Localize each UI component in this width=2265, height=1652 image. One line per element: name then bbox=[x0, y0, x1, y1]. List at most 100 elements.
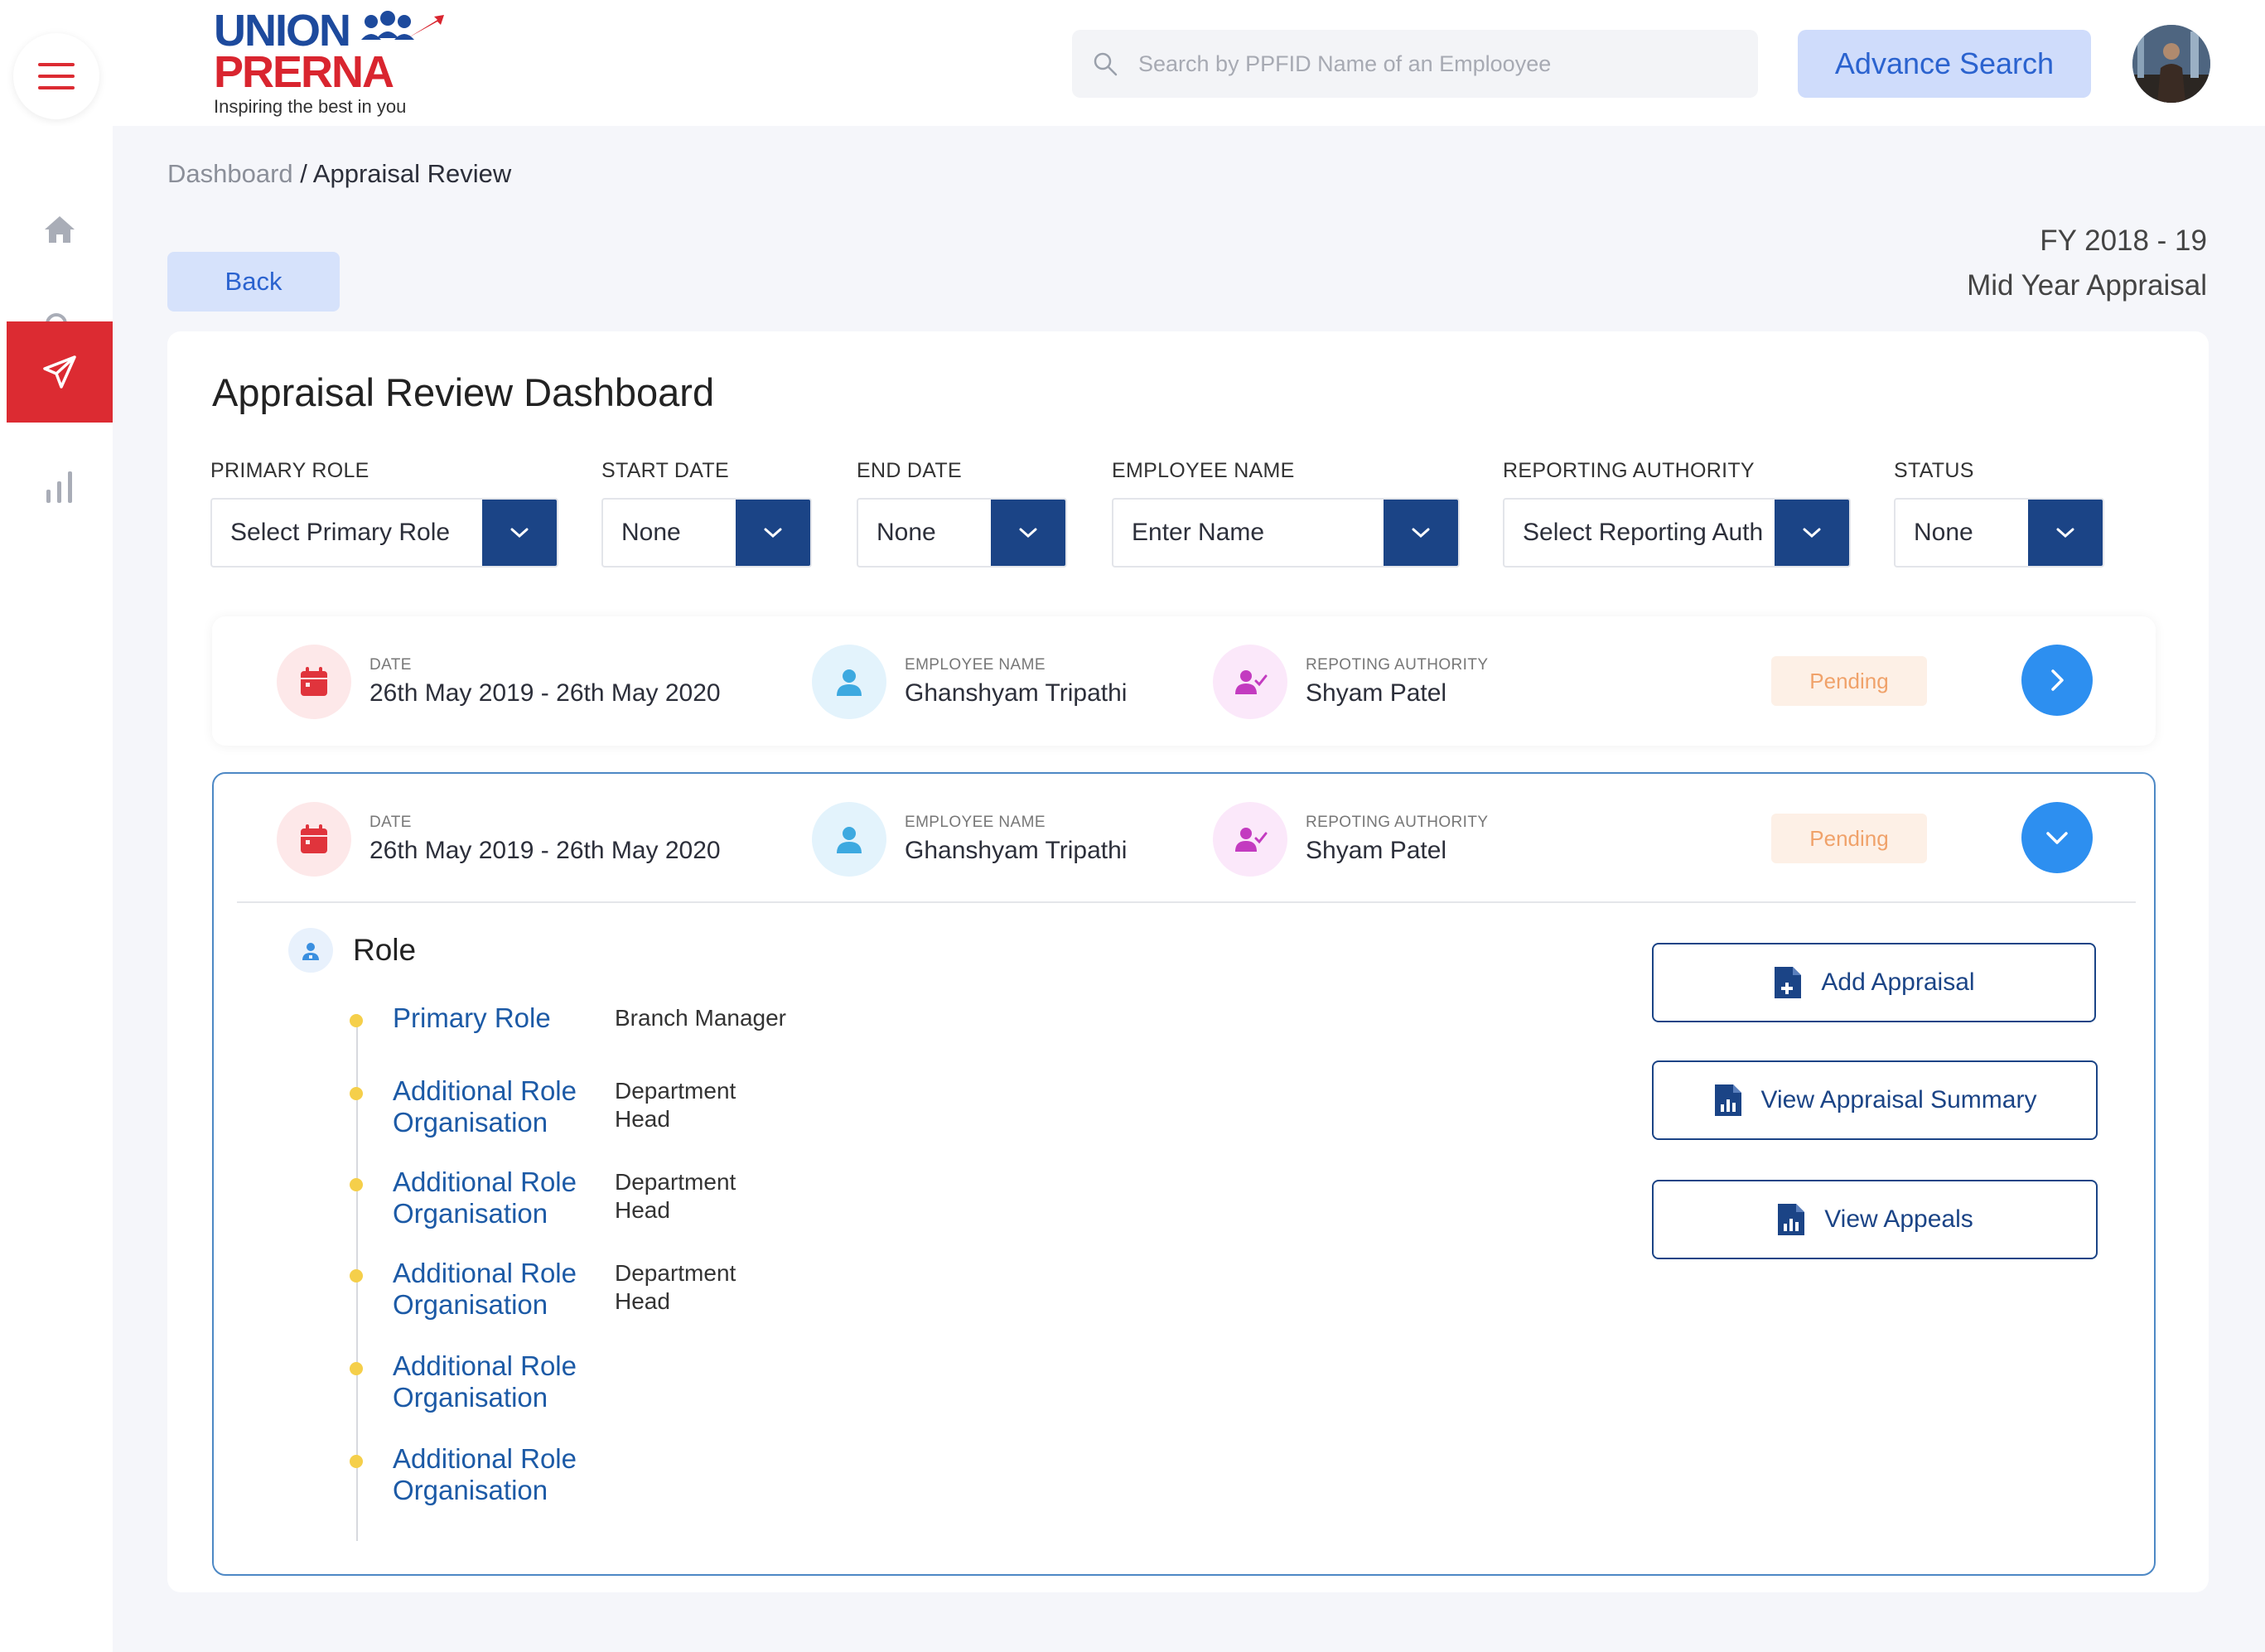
user-avatar[interactable] bbox=[2132, 25, 2210, 103]
chevron-down-icon bbox=[1412, 528, 1430, 539]
user-check-icon-badge bbox=[1213, 802, 1287, 877]
role-value: Department Head bbox=[615, 1078, 736, 1132]
role-key: Additional Role Organisation bbox=[393, 1258, 577, 1320]
breadcrumb-current: / Appraisal Review bbox=[300, 159, 512, 188]
employee-name-select[interactable]: Enter Name bbox=[1112, 498, 1460, 568]
union-prerna-logo[interactable]: UNION PRERNA Inspiring the best in you bbox=[214, 8, 446, 119]
view-appeals-button[interactable]: View Appeals bbox=[1652, 1180, 2098, 1259]
filter-value: None bbox=[1914, 519, 1973, 546]
breadcrumb-dashboard-link[interactable]: Dashboard bbox=[167, 159, 293, 188]
employee-name: Ghanshyam Tripathi bbox=[905, 679, 1128, 707]
employee-search-bar[interactable] bbox=[1072, 30, 1758, 98]
hamburger-icon bbox=[38, 63, 75, 89]
back-button[interactable]: Back bbox=[167, 252, 340, 312]
role-value: Department Head bbox=[615, 1169, 736, 1223]
search-icon bbox=[1094, 52, 1118, 76]
expand-record-button[interactable] bbox=[2021, 645, 2093, 716]
left-sidebar bbox=[0, 126, 113, 1652]
filter-reporting-authority: REPORTING AUTHORITY Select Reporting Aut… bbox=[1503, 459, 1851, 568]
search-input[interactable] bbox=[1138, 51, 1735, 77]
sidebar-item-reports[interactable] bbox=[7, 436, 113, 537]
filter-value: None bbox=[621, 519, 681, 546]
status-badge: Pending bbox=[1771, 814, 1927, 863]
date-range: 26th May 2019 - 26th May 2020 bbox=[369, 837, 721, 864]
timeline-dot bbox=[350, 1014, 363, 1027]
filter-status: STATUS None bbox=[1894, 459, 2104, 568]
employee-name: Ghanshyam Tripathi bbox=[905, 837, 1128, 864]
dropdown-toggle[interactable] bbox=[1384, 500, 1458, 566]
role-item: Additional Role Organisation Department … bbox=[350, 1167, 764, 1229]
home-icon bbox=[45, 216, 75, 243]
calendar-icon bbox=[301, 667, 327, 696]
file-add-icon bbox=[1775, 967, 1802, 998]
dropdown-toggle[interactable] bbox=[482, 500, 557, 566]
advance-search-button[interactable]: Advance Search bbox=[1798, 30, 2091, 98]
role-item: Additional Role Organisation Department … bbox=[350, 1258, 764, 1321]
role-item: Primary Role Branch Manager bbox=[350, 1002, 830, 1034]
appraisal-record-row[interactable]: DATE 26th May 2019 - 26th May 2020 EMPLO… bbox=[212, 616, 2156, 746]
page-title: Appraisal Review Dashboard bbox=[212, 370, 715, 414]
chevron-down-icon bbox=[764, 528, 782, 539]
employee-label: EMPLOYEE NAME bbox=[905, 814, 1046, 831]
timeline-dot bbox=[350, 1362, 363, 1375]
primary-role-select[interactable]: Select Primary Role bbox=[210, 498, 558, 568]
dropdown-toggle[interactable] bbox=[2028, 500, 2103, 566]
role-key: Primary Role bbox=[393, 1002, 551, 1033]
timeline-dot bbox=[350, 1269, 363, 1282]
status-select[interactable]: None bbox=[1894, 498, 2104, 568]
start-date-select[interactable]: None bbox=[601, 498, 812, 568]
dropdown-toggle[interactable] bbox=[736, 500, 810, 566]
reporting-authority-select[interactable]: Select Reporting Auth bbox=[1503, 498, 1851, 568]
filter-start-date: START DATE None bbox=[601, 459, 812, 568]
record-date: DATE 26th May 2019 - 26th May 2020 bbox=[277, 802, 721, 877]
collapse-record-button[interactable] bbox=[2021, 802, 2093, 873]
logo-people-icon bbox=[361, 11, 444, 40]
role-value: Department Head bbox=[615, 1260, 736, 1314]
record-authority: REPOTING AUTHORITY Shyam Patel bbox=[1213, 802, 1488, 877]
role-icon-badge bbox=[288, 928, 333, 973]
avatar-photo bbox=[2132, 25, 2210, 103]
role-value: Branch Manager bbox=[615, 1005, 787, 1031]
end-date-select[interactable]: None bbox=[857, 498, 1067, 568]
filter-label: STATUS bbox=[1894, 459, 1974, 482]
sidebar-item-home[interactable] bbox=[7, 179, 113, 280]
top-header: UNION PRERNA Inspiring the best in you A… bbox=[0, 0, 2265, 126]
chevron-down-icon bbox=[1803, 528, 1821, 539]
button-label: Add Appraisal bbox=[1821, 968, 1975, 996]
sidebar-item-appraisal[interactable] bbox=[7, 321, 113, 423]
role-section-header: Role bbox=[288, 928, 416, 973]
record-date: DATE 26th May 2019 - 26th May 2020 bbox=[277, 645, 721, 719]
file-chart-icon bbox=[1714, 1084, 1741, 1116]
timeline-dot bbox=[350, 1455, 363, 1468]
user-check-icon bbox=[1235, 828, 1268, 852]
chevron-down-icon bbox=[2056, 528, 2074, 539]
filter-primary-role: PRIMARY ROLE Select Primary Role bbox=[210, 459, 558, 568]
add-appraisal-button[interactable]: Add Appraisal bbox=[1652, 943, 2096, 1022]
appraisal-cycle: Mid Year Appraisal bbox=[1967, 269, 2207, 302]
chevron-down-icon bbox=[510, 528, 529, 539]
filter-label: REPORTING AUTHORITY bbox=[1503, 459, 1755, 482]
view-appraisal-summary-button[interactable]: View Appraisal Summary bbox=[1652, 1060, 2098, 1140]
filter-value: None bbox=[877, 519, 936, 546]
authority-label: REPOTING AUTHORITY bbox=[1306, 814, 1489, 831]
role-title: Role bbox=[353, 933, 417, 967]
logo-tagline: Inspiring the best in you bbox=[214, 96, 407, 117]
role-key: Additional Role Organisation bbox=[393, 1443, 577, 1505]
authority-label: REPOTING AUTHORITY bbox=[1306, 656, 1489, 674]
user-icon-badge bbox=[812, 645, 886, 719]
record-employee: EMPLOYEE NAME Ghanshyam Tripathi bbox=[812, 645, 1127, 719]
filter-value: Select Reporting Auth bbox=[1523, 519, 1764, 546]
chevron-right-icon bbox=[2051, 669, 2064, 691]
role-value bbox=[615, 1352, 764, 1413]
hamburger-menu-button[interactable] bbox=[13, 33, 99, 119]
dropdown-toggle[interactable] bbox=[1775, 500, 1849, 566]
chevron-down-icon bbox=[1019, 528, 1037, 539]
calendar-icon-badge bbox=[277, 802, 351, 877]
dropdown-toggle[interactable] bbox=[991, 500, 1065, 566]
authority-name: Shyam Patel bbox=[1306, 679, 1447, 707]
filter-employee-name: EMPLOYEE NAME Enter Name bbox=[1112, 459, 1460, 568]
date-range: 26th May 2019 - 26th May 2020 bbox=[369, 679, 721, 707]
calendar-icon bbox=[301, 824, 327, 853]
row-divider bbox=[237, 901, 2136, 903]
filter-label: PRIMARY ROLE bbox=[210, 459, 369, 482]
